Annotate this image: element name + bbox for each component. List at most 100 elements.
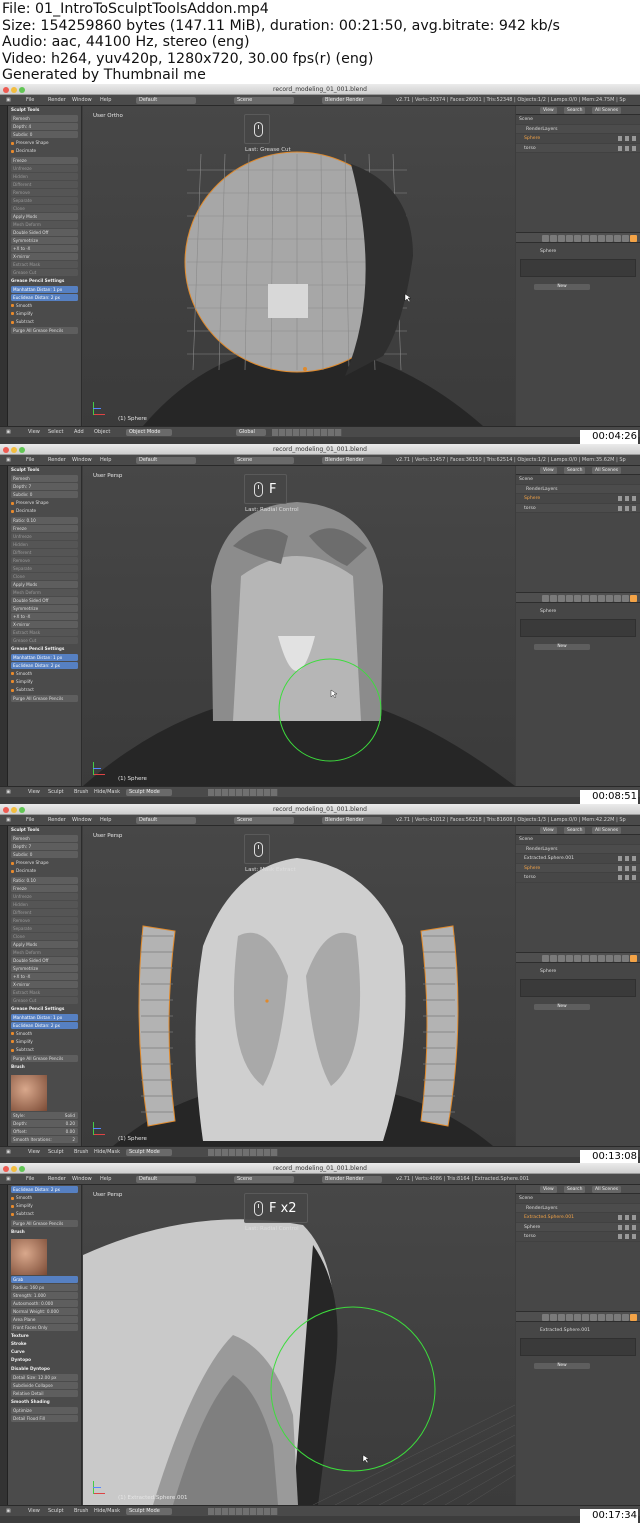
editor-type-icon[interactable]: ▣ [6,95,11,105]
tool-item[interactable]: Unfreeze [11,532,78,540]
tool-item[interactable]: Mesh Deform [11,220,78,228]
layer-buttons[interactable] [208,1149,278,1156]
close-icon[interactable] [3,807,9,813]
tool-item[interactable]: X-mirror [11,980,78,988]
tool-item[interactable]: Remove [11,916,78,924]
tool-item[interactable]: Grease Pencil Settings [11,1005,78,1013]
property-tab-icon[interactable] [630,955,637,962]
outliner-item[interactable]: Scene [516,475,640,485]
property-tab-icon[interactable] [598,955,605,962]
tool-item[interactable]: Subtract [11,318,78,326]
property-tab-icon[interactable] [542,235,549,242]
close-icon[interactable] [3,1166,9,1172]
tool-item[interactable]: Subdiv: 0 [11,851,78,859]
menu-file[interactable]: File [26,95,34,105]
tool-item[interactable]: Smooth [11,302,78,310]
tool-item[interactable]: Depth: 7 [11,843,78,851]
property-tab-icon[interactable] [550,955,557,962]
editor-type-icon[interactable]: ▣ [6,787,11,797]
property-tab-icon[interactable] [590,595,597,602]
tool-item[interactable]: +X to -X [11,612,78,620]
3d-viewport[interactable]: User Persp Last: Mask Extract (1) Sphere [83,826,515,1146]
property-tab-icon[interactable] [606,595,613,602]
menu-view[interactable]: View [28,427,40,437]
outliner-tab-view[interactable]: View [540,1186,557,1193]
tool-item[interactable]: Apply Mods [11,580,78,588]
close-icon[interactable] [3,447,9,453]
tool-item[interactable]: Sculpt Tools [11,826,78,834]
visibility-icons[interactable] [618,136,636,141]
tool-item[interactable]: Brush [11,1228,78,1236]
outliner-tab-search[interactable]: Search [564,107,586,114]
menu-help[interactable]: Help [100,95,111,105]
tool-item[interactable]: Preserve Shape [11,139,78,147]
outliner-item[interactable]: Sphere [516,863,640,873]
tool-tabs[interactable] [0,466,8,786]
layout-selector[interactable]: Default [136,817,196,824]
tool-item[interactable]: Separate [11,564,78,572]
menu-file[interactable]: File [26,815,34,825]
minimize-icon[interactable] [11,1166,17,1172]
tool-item[interactable]: Mesh Deform [11,948,78,956]
outliner-tab-view[interactable]: View [540,107,557,114]
tool-item[interactable]: Freeze [11,524,78,532]
zoom-icon[interactable] [19,87,25,93]
menu-brush[interactable]: Brush [74,1147,88,1157]
render-engine-selector[interactable]: Blender Render [322,97,382,104]
tool-item[interactable]: Euclidean Distan: 2 px [11,1021,78,1029]
editor-type-icon[interactable]: ▣ [6,1174,11,1184]
scene-selector[interactable]: Scene [234,97,294,104]
tool-item[interactable]: Depth: 7 [11,483,78,491]
tool-item[interactable]: Double Sided Off [11,956,78,964]
menu-window[interactable]: Window [72,815,92,825]
tool-item[interactable]: Area Plane [11,1315,78,1323]
outliner-tab-search[interactable]: Search [564,467,586,474]
tool-item[interactable]: +X to -X [11,972,78,980]
property-tab-icon[interactable] [590,955,597,962]
editor-type-icon[interactable]: ▣ [6,1147,11,1157]
outliner-item[interactable]: torso [516,1232,640,1242]
viewport-canvas[interactable] [83,1185,515,1505]
outliner-item[interactable]: Scene [516,115,640,125]
material-slot-list[interactable] [520,619,636,637]
tool-item[interactable]: Unfreeze [11,164,78,172]
3d-viewport[interactable]: User Ortho Last: Grease Cut (1) Sphere [83,106,515,426]
visibility-icons[interactable] [618,1224,636,1230]
tool-item[interactable]: Manhattan Distan: 1 px [11,653,78,661]
tool-item[interactable]: Remesh [11,115,78,123]
render-engine-selector[interactable]: Blender Render [322,457,382,464]
tool-item[interactable]: Texture [11,1332,78,1340]
property-tab-icon[interactable] [590,235,597,242]
menu-window[interactable]: Window [72,1174,92,1184]
brush-preview[interactable] [11,1238,47,1275]
brush-preview[interactable] [11,1074,47,1111]
new-material-button[interactable]: New [534,1363,590,1369]
outliner-item[interactable]: Sphere [516,494,640,504]
3d-viewport[interactable]: User Persp F Last: Radial Control (1) Spher… [83,466,515,786]
menu-render[interactable]: Render [48,1174,66,1184]
tool-item[interactable]: Manhattan Distan: 1 px [11,1013,78,1021]
property-tab-icon[interactable] [606,1314,613,1321]
tool-item[interactable]: Euclidean Distan: 2 px [11,661,78,669]
menu-help[interactable]: Help [100,1174,111,1184]
tool-item[interactable]: Purge All Grease Pencils [11,327,78,335]
tool-item[interactable]: Subtract [11,686,78,694]
visibility-icons[interactable] [618,865,636,871]
tool-item[interactable]: Curve [11,1348,78,1356]
brush-setting[interactable]: Smooth Iterations: 2 [11,1135,78,1143]
property-tab-icon[interactable] [574,595,581,602]
tool-item[interactable]: Hidden [11,900,78,908]
property-tab-icon[interactable] [542,955,549,962]
outliner-tab-search[interactable]: Search [564,1186,586,1193]
outliner-tab-all-scenes[interactable]: All Scenes [592,827,622,834]
tool-item[interactable]: Unfreeze [11,892,78,900]
scene-selector[interactable]: Scene [234,457,294,464]
tool-item[interactable]: Double Sided Off [11,228,78,236]
layout-selector[interactable]: Default [136,457,196,464]
property-tab-icon[interactable] [598,235,605,242]
property-tab-icon[interactable] [606,955,613,962]
minimize-icon[interactable] [11,807,17,813]
visibility-icons[interactable] [618,1215,636,1220]
tool-item[interactable]: Sculpt Tools [11,106,78,114]
tool-item[interactable]: Relative Detail [11,1389,78,1397]
